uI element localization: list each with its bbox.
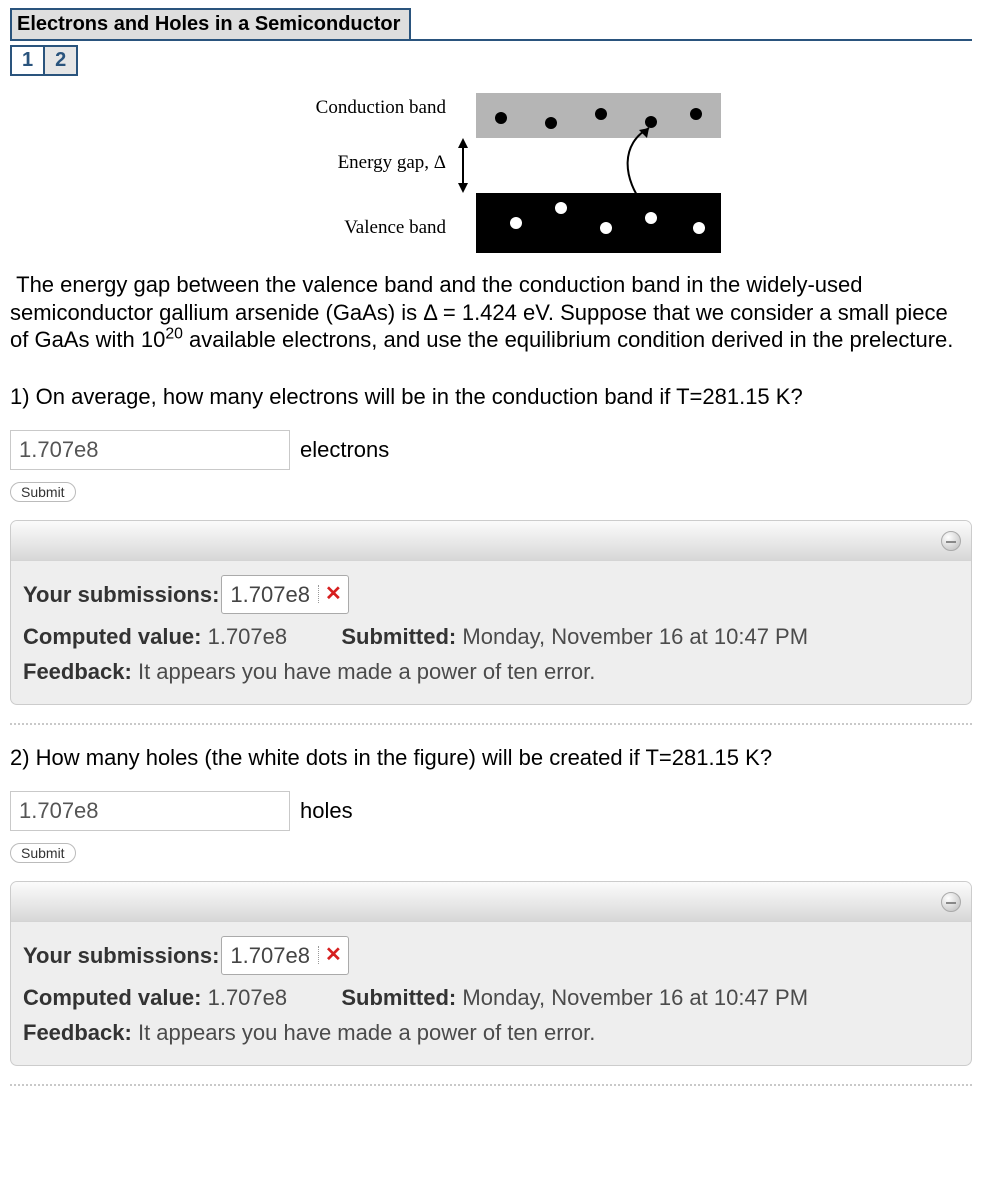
page-tabs: 1 2 bbox=[10, 45, 78, 76]
page-title-row: Electrons and Holes in a Semiconductor bbox=[10, 8, 972, 41]
question-1-feedback-panel: Your submissions: 1.707e8 ✕ Computed val… bbox=[10, 520, 972, 705]
question-1-unit: electrons bbox=[300, 437, 389, 463]
question-2-answer-row: holes bbox=[10, 791, 972, 831]
prose-exponent: 20 bbox=[165, 326, 183, 343]
submission-chip: 1.707e8 ✕ bbox=[221, 575, 348, 614]
submitted-value: Monday, November 16 at 10:47 PM bbox=[462, 985, 808, 1010]
computed-value: 1.707e8 bbox=[208, 985, 288, 1010]
feedback-label: Feedback: bbox=[23, 1020, 132, 1045]
page-title: Electrons and Holes in a Semiconductor bbox=[10, 8, 411, 39]
submission-chip: 1.707e8 ✕ bbox=[221, 936, 348, 975]
divider bbox=[10, 723, 972, 725]
divider bbox=[10, 1084, 972, 1086]
problem-statement: The energy gap between the valence band … bbox=[10, 271, 972, 354]
your-submissions-label: Your submissions: bbox=[23, 578, 219, 611]
computed-value-label: Computed value: bbox=[23, 985, 201, 1010]
question-2-unit: holes bbox=[300, 798, 353, 824]
submitted-label: Submitted: bbox=[341, 624, 456, 649]
submission-chip-value: 1.707e8 bbox=[230, 939, 310, 972]
question-2-feedback-panel: Your submissions: 1.707e8 ✕ Computed val… bbox=[10, 881, 972, 1066]
wrong-icon: ✕ bbox=[325, 579, 342, 609]
submission-chip-value: 1.707e8 bbox=[230, 578, 310, 611]
question-1-submit-button[interactable]: Submit bbox=[10, 482, 76, 502]
question-1: 1) On average, how many electrons will b… bbox=[10, 384, 972, 410]
feedback-text: It appears you have made a power of ten … bbox=[138, 1020, 595, 1045]
feedback-panel-header bbox=[11, 521, 971, 561]
conduction-band-label: Conduction band bbox=[316, 97, 447, 118]
your-submissions-label: Your submissions: bbox=[23, 939, 219, 972]
feedback-panel-header bbox=[11, 882, 971, 922]
energy-gap-label: Energy gap, Δ bbox=[338, 152, 446, 173]
feedback-label: Feedback: bbox=[23, 659, 132, 684]
submitted-label: Submitted: bbox=[341, 985, 456, 1010]
valence-band-label: Valence band bbox=[344, 217, 446, 238]
question-1-answer-row: electrons bbox=[10, 430, 972, 470]
computed-value: 1.707e8 bbox=[208, 624, 288, 649]
collapse-icon[interactable] bbox=[941, 531, 961, 551]
band-diagram: Conduction band Energy gap, Δ Valence ba… bbox=[10, 88, 972, 263]
collapse-icon[interactable] bbox=[941, 892, 961, 912]
question-2-submit-button[interactable]: Submit bbox=[10, 843, 76, 863]
question-2: 2) How many holes (the white dots in the… bbox=[10, 745, 972, 771]
submitted-value: Monday, November 16 at 10:47 PM bbox=[462, 624, 808, 649]
wrong-icon: ✕ bbox=[325, 940, 342, 970]
tab-1[interactable]: 1 bbox=[12, 47, 43, 74]
prose-post: available electrons, and use the equilib… bbox=[183, 327, 953, 352]
feedback-text: It appears you have made a power of ten … bbox=[138, 659, 595, 684]
computed-value-label: Computed value: bbox=[23, 624, 201, 649]
tab-2[interactable]: 2 bbox=[43, 47, 76, 74]
question-2-input[interactable] bbox=[10, 791, 290, 831]
question-1-input[interactable] bbox=[10, 430, 290, 470]
